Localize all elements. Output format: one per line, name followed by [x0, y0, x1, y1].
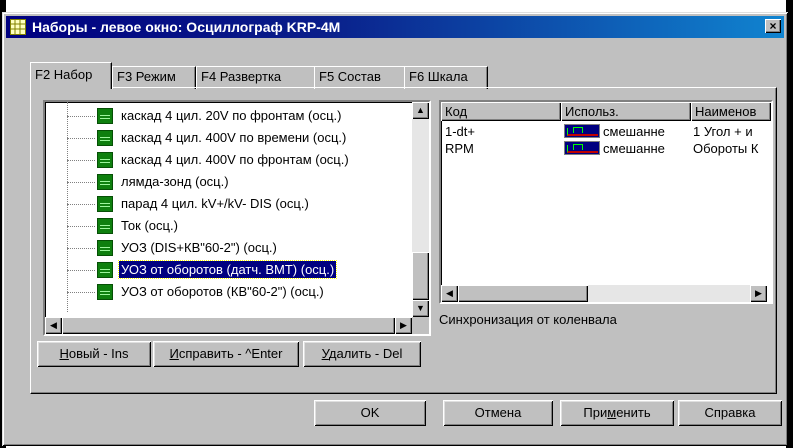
cell-usage[interactable]: смешанне: [603, 140, 689, 157]
tab-nabor[interactable]: F2 Набор: [30, 62, 112, 89]
tab-rezhim[interactable]: F3 Режим: [112, 66, 196, 89]
help-button[interactable]: Справка: [678, 400, 782, 426]
scroll-up-icon[interactable]: ▲: [412, 102, 429, 119]
oscillograph-icon: [97, 218, 113, 234]
tree-item-label: каскад 4 цил. 20V по фронтам (осц.): [121, 108, 342, 123]
oscillograph-icon: [97, 196, 113, 212]
oscillograph-icon: [97, 108, 113, 124]
window-title: Наборы - левое окно: Осциллограф KRP-4M: [32, 19, 341, 35]
list-horizontal-scrollbar[interactable]: ◀ ▶: [441, 285, 767, 302]
scroll-thumb[interactable]: [458, 285, 588, 302]
dialog-window: Наборы - левое окно: Осциллограф KRP-4M …: [2, 12, 788, 446]
waveform-icon: [564, 124, 600, 138]
tree-item-label: парад 4 цил. kV+/kV- DIS (осц.): [121, 196, 309, 211]
waveform-icon: [564, 141, 600, 155]
tree-item-label: Ток (осц.): [121, 218, 178, 233]
tree-horizontal-scrollbar[interactable]: ◀ ▶: [45, 317, 412, 334]
new-button[interactable]: Новый - Ins: [37, 341, 151, 367]
tab-panel: каскад 4 цил. 20V по фронтам (осц.) каск…: [30, 87, 777, 394]
cancel-button[interactable]: Отмена: [443, 400, 553, 426]
ok-button[interactable]: OK: [314, 400, 426, 426]
scroll-down-icon[interactable]: ▼: [412, 300, 429, 317]
oscillograph-icon: [97, 262, 113, 278]
column-header-name[interactable]: Наименов: [691, 102, 771, 121]
tree-item-label: каскад 4 цил. 400V по времени (осц.): [121, 130, 347, 145]
sets-tree[interactable]: каскад 4 цил. 20V по фронтам (осц.) каск…: [43, 100, 431, 336]
tree-item-label: УОЗ от оборотов (датч. ВМТ) (осц.): [117, 260, 338, 279]
delete-button[interactable]: Удалить - Del: [303, 341, 421, 367]
cell-code[interactable]: RPM: [445, 140, 559, 157]
tab-sostav[interactable]: F5 Состав: [314, 66, 408, 89]
title-bar[interactable]: Наборы - левое окно: Осциллограф KRP-4M …: [6, 16, 784, 38]
tab-razvertka[interactable]: F4 Развертка: [196, 66, 316, 89]
channels-list[interactable]: Код Использ. Наименов 1-dt+ смешанне 1 У…: [439, 100, 773, 304]
scroll-right-icon[interactable]: ▶: [750, 285, 767, 302]
scroll-thumb[interactable]: [412, 252, 429, 300]
cell-usage[interactable]: смешанне: [603, 123, 689, 140]
oscillograph-icon: [97, 240, 113, 256]
grid-icon: [10, 19, 26, 35]
column-header-code[interactable]: Код: [441, 102, 561, 121]
oscillograph-icon: [97, 152, 113, 168]
scroll-left-icon[interactable]: ◀: [45, 317, 62, 334]
tree-item-label: каскад 4 цил. 400V по фронтам (осц.): [121, 152, 349, 167]
tree-item-label: лямда-зонд (осц.): [121, 174, 229, 189]
tree-vertical-scrollbar[interactable]: ▲ ▼: [412, 102, 429, 317]
scroll-left-icon[interactable]: ◀: [441, 285, 458, 302]
oscillograph-icon: [97, 284, 113, 300]
column-header-usage[interactable]: Использ.: [561, 102, 691, 121]
scroll-right-icon[interactable]: ▶: [395, 317, 412, 334]
apply-button[interactable]: Применить: [560, 400, 674, 426]
oscillograph-icon: [97, 174, 113, 190]
sync-status-text: Синхронизация от коленвала: [439, 312, 617, 327]
tree-item-label: УОЗ (DIS+КВ"60-2") (осц.): [121, 240, 277, 255]
tree-item-label: УОЗ от оборотов (КВ"60-2") (осц.): [121, 284, 324, 299]
scroll-corner: [412, 317, 429, 334]
cell-name[interactable]: 1 Угол + и: [693, 123, 769, 140]
tab-shkala[interactable]: F6 Шкала: [404, 66, 488, 89]
scroll-thumb[interactable]: [62, 317, 395, 334]
edit-button[interactable]: Исправить - ^Enter: [153, 341, 299, 367]
tree-connector: [67, 102, 68, 312]
cell-name[interactable]: Обороты К: [693, 140, 769, 157]
close-button[interactable]: ×: [765, 19, 781, 33]
cell-code[interactable]: 1-dt+: [445, 123, 559, 140]
oscillograph-icon: [97, 130, 113, 146]
